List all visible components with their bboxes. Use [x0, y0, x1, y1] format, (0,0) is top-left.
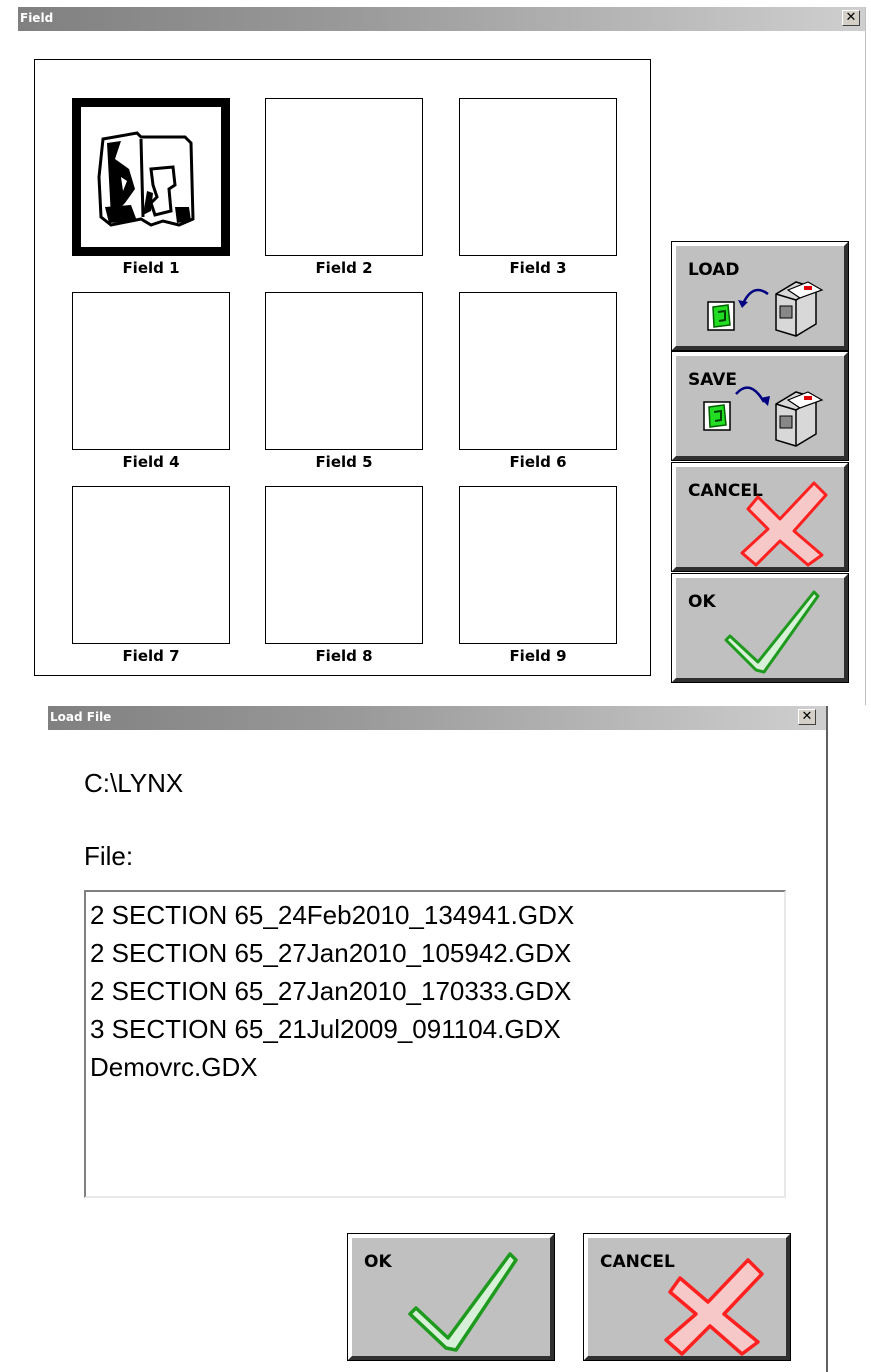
file-list-item[interactable]: 2 SECTION 65_27Jan2010_170333.GDX	[86, 972, 784, 1010]
floppy-drive-icon	[775, 391, 824, 447]
field-tile-5[interactable]	[265, 292, 423, 450]
field-label-8: Field 8	[315, 647, 373, 665]
close-icon: ✕	[801, 709, 813, 724]
field-icon	[703, 401, 731, 431]
save-icon	[703, 386, 824, 447]
field-label-3: Field 3	[509, 259, 567, 277]
field-label-1: Field 1	[122, 259, 180, 277]
red-x-icon	[740, 481, 828, 567]
field-label-2: Field 2	[315, 259, 373, 277]
load-button[interactable]: LOAD	[671, 241, 849, 351]
field-close-button[interactable]: ✕	[842, 10, 860, 26]
field-tile-8[interactable]	[265, 486, 423, 644]
file-list-item[interactable]: 2 SECTION 65_27Jan2010_105942.GDX	[86, 934, 784, 972]
load-cancel-button[interactable]: CANCEL	[583, 1233, 791, 1361]
green-check-icon	[408, 1252, 518, 1352]
cancel-button[interactable]: CANCEL	[671, 462, 849, 572]
file-list[interactable]: 2 SECTION 65_24Feb2010_134941.GDX 2 SECT…	[84, 890, 786, 1198]
field-map-thumbnail	[97, 131, 195, 227]
field-tile-1[interactable]	[72, 98, 230, 256]
green-check-icon	[724, 590, 820, 674]
field-title-bar[interactable]: Field ✕	[18, 7, 865, 31]
field-label-6: Field 6	[509, 453, 567, 471]
field-tile-3[interactable]	[459, 98, 617, 256]
field-tile-7[interactable]	[72, 486, 230, 644]
ok-button[interactable]: OK	[671, 573, 849, 683]
load-icon	[707, 281, 824, 337]
save-button[interactable]: SAVE	[671, 351, 849, 461]
field-dialog: Field ✕ Field 1 Field 2 Field 3 Field 4 …	[18, 7, 866, 705]
close-icon: ✕	[845, 10, 857, 25]
field-tile-6[interactable]	[459, 292, 617, 450]
field-label-4: Field 4	[122, 453, 180, 471]
field-label-5: Field 5	[315, 453, 373, 471]
red-x-icon	[664, 1258, 764, 1356]
field-icon	[707, 301, 735, 331]
field-grid-panel: Field 1 Field 2 Field 3 Field 4 Field 5 …	[34, 59, 651, 676]
file-list-item[interactable]: 2 SECTION 65_24Feb2010_134941.GDX	[86, 896, 784, 934]
load-file-title-bar[interactable]: Load File ✕	[48, 706, 826, 730]
current-path: C:\LYNX	[84, 768, 184, 798]
field-label-7: Field 7	[122, 647, 180, 665]
load-file-close-button[interactable]: ✕	[798, 709, 816, 725]
file-label: File:	[84, 841, 134, 871]
load-ok-button[interactable]: OK	[347, 1233, 555, 1361]
file-list-item[interactable]: Demovrc.GDX	[86, 1048, 784, 1086]
file-list-item[interactable]: 3 SECTION 65_21Jul2009_091104.GDX	[86, 1010, 784, 1048]
field-tile-4[interactable]	[72, 292, 230, 450]
field-window-title: Field	[20, 11, 54, 25]
field-tile-9[interactable]	[459, 486, 617, 644]
load-file-window-title: Load File	[50, 710, 112, 724]
load-file-dialog: Load File ✕ C:\LYNX File: 2 SECTION 65_2…	[48, 706, 828, 1372]
field-tile-2[interactable]	[265, 98, 423, 256]
floppy-drive-icon	[775, 281, 824, 337]
field-label-9: Field 9	[509, 647, 567, 665]
